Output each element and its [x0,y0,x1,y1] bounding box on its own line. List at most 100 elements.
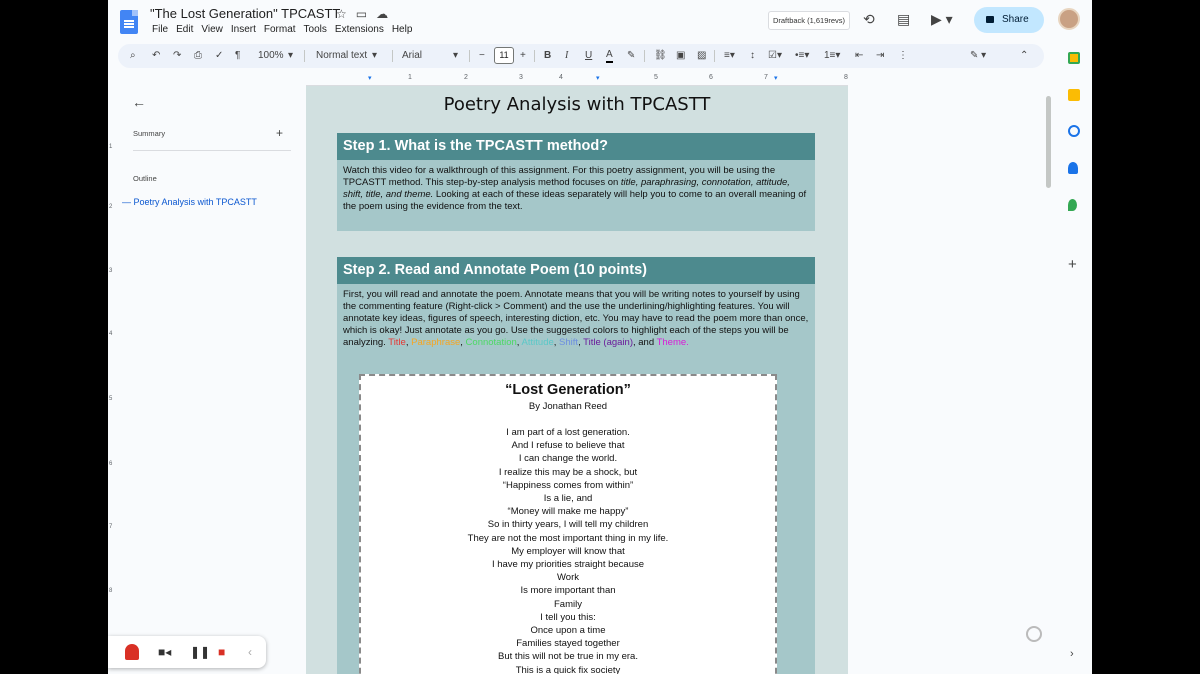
bold-button[interactable]: B [544,48,551,64]
pause-icon[interactable]: ❚❚ [190,645,210,659]
color-paraphrase: Paraphrase [411,337,461,348]
spellcheck-icon[interactable]: ✓ [215,48,223,64]
style-select[interactable]: Normal text [316,48,367,64]
avatar[interactable] [1058,8,1080,30]
outline-item[interactable]: — Poetry Analysis with TPCASTT [122,197,257,207]
stop-icon[interactable]: ■ [218,645,225,659]
bulleted-list-icon[interactable]: •≡▾ [795,48,809,64]
chevron-down-icon[interactable]: ▾ [288,48,293,64]
right-indent-marker-icon[interactable]: ▾ [774,74,778,82]
checklist-icon[interactable]: ☑▾ [768,48,782,64]
maps-icon[interactable] [1068,199,1077,211]
poem-line: I am part of a lost generation. [506,427,630,438]
font-size-input[interactable]: 11 [494,47,514,64]
numbered-list-icon[interactable]: 1≡▾ [824,48,840,64]
menu-insert[interactable]: Insert [227,24,260,35]
horizontal-ruler[interactable]: ▾ 1 2 3 4 5 6 7 8 ▾ ▾ [306,72,848,86]
line-spacing-icon[interactable]: ↕ [750,48,755,64]
tab-stop-icon[interactable]: ▾ [596,74,600,82]
docs-logo-icon[interactable] [120,10,138,34]
poem-line: And I refuse to believe that [511,440,625,452]
menu-help[interactable]: Help [388,24,417,35]
decrease-indent-icon[interactable]: ⇤ [855,48,863,64]
poem-line: “Happiness comes from within” [502,479,634,491]
add-addon-icon[interactable]: + [1068,256,1077,273]
insert-link-icon[interactable]: ⛓ [654,48,667,64]
expand-panel-icon[interactable]: › [1070,648,1074,660]
poem-line: I have my priorities straight because [491,559,645,571]
grammarly-icon[interactable] [1026,626,1042,642]
underline-button[interactable]: U [585,48,592,64]
print-icon[interactable]: ⎙ [194,48,202,64]
color-attitude: Attitude [521,337,554,348]
ruler-mark: 6 [709,74,713,81]
collapse-toolbar-icon[interactable]: ⌃ [1020,48,1028,64]
poem-line: They are not the most important thing in… [467,532,669,544]
star-icon[interactable]: ☆ [336,7,347,21]
add-summary-icon[interactable]: + [276,126,283,140]
menu-edit[interactable]: Edit [172,24,197,35]
search-menus-icon[interactable]: ⌕ [130,48,136,64]
collapse-icon[interactable]: ‹ [248,645,252,659]
poem-textbox[interactable]: “Lost Generation” By Jonathan Reed I am … [359,374,777,674]
poem-container: “Lost Generation” By Jonathan Reed I am … [337,350,815,674]
increase-indent-icon[interactable]: ⇥ [876,48,884,64]
menu-view[interactable]: View [197,24,227,35]
poem-line: Is a lie, and [543,493,593,505]
poem-line: Once upon a time [530,625,606,637]
draftback-button[interactable]: Draftback (1,619revs) [768,11,850,30]
comments-icon[interactable]: ▤ [897,11,910,28]
highlight-icon[interactable]: ✎ [627,48,635,64]
cloud-status-icon[interactable]: ☁ [376,7,388,21]
poem-line: “Money will make me happy” [507,506,629,518]
poem-line: Families stayed together [516,638,620,650]
italic-button[interactable]: I [565,48,568,64]
menu-file[interactable]: File [148,24,172,35]
poem-line: Is more important than [520,585,616,597]
poem-title: “Lost Generation” [505,382,631,398]
align-icon[interactable]: ≡▾ [724,48,735,64]
tasks-icon[interactable] [1068,125,1080,137]
poem-line: I realize this may be a shock, but [498,466,638,478]
share-button[interactable]: Share [974,7,1044,33]
step2-body: First, you will read and annotate the po… [337,284,815,350]
screen-recorder-bar: ■◂ ❚❚ ■ ‹ [108,636,266,668]
ruler-mark: 8 [844,74,848,81]
ruler-mark: 3 [109,268,113,274]
contacts-icon[interactable] [1068,162,1078,174]
move-folder-icon[interactable]: ▭ [356,7,367,21]
ruler-mark: 4 [559,74,563,81]
poem-line: But this will not be true in my era. [498,651,638,663]
text-color-button[interactable]: A [606,48,613,63]
decrease-font-size-icon[interactable]: − [479,48,485,64]
insert-image-icon[interactable]: ▨ [697,48,706,64]
document-page[interactable]: Poetry Analysis with TPCASTT Step 1. Wha… [306,86,848,674]
ruler-mark: 5 [654,74,658,81]
undo-icon[interactable]: ↶ [152,48,160,64]
scrollbar[interactable] [1046,96,1051,188]
menu-extensions[interactable]: Extensions [331,24,388,35]
zoom-select[interactable]: 100% [258,48,284,64]
meet-video-icon[interactable]: ▶ ▾ [931,11,953,28]
editing-mode-icon[interactable]: ✎ ▾ [970,48,986,64]
font-select[interactable]: Arial [402,48,422,64]
redo-icon[interactable]: ↷ [173,48,181,64]
camera-icon[interactable]: ■◂ [158,645,171,659]
version-history-icon[interactable]: ⟲ [863,11,875,28]
chevron-down-icon[interactable]: ▾ [453,48,458,64]
increase-font-size-icon[interactable]: + [520,48,526,64]
recorder-logo-icon[interactable] [125,644,139,660]
calendar-icon[interactable] [1068,52,1080,64]
vertical-ruler[interactable]: 1 2 3 4 5 6 7 8 [108,86,118,674]
chevron-down-icon[interactable]: ▾ [372,48,377,64]
document-title[interactable]: "The Lost Generation" TPCASTT [150,6,340,21]
more-options-icon[interactable]: ⋮ [898,48,908,64]
back-arrow-icon[interactable]: ← [132,94,146,110]
menu-format[interactable]: Format [260,24,300,35]
indent-marker-icon[interactable]: ▾ [368,74,372,82]
ruler-mark: 2 [464,74,468,81]
paint-format-icon[interactable]: ¶ [235,48,240,64]
add-comment-icon[interactable]: ▣ [676,48,685,64]
keep-icon[interactable] [1068,89,1080,101]
menu-tools[interactable]: Tools [300,24,331,35]
